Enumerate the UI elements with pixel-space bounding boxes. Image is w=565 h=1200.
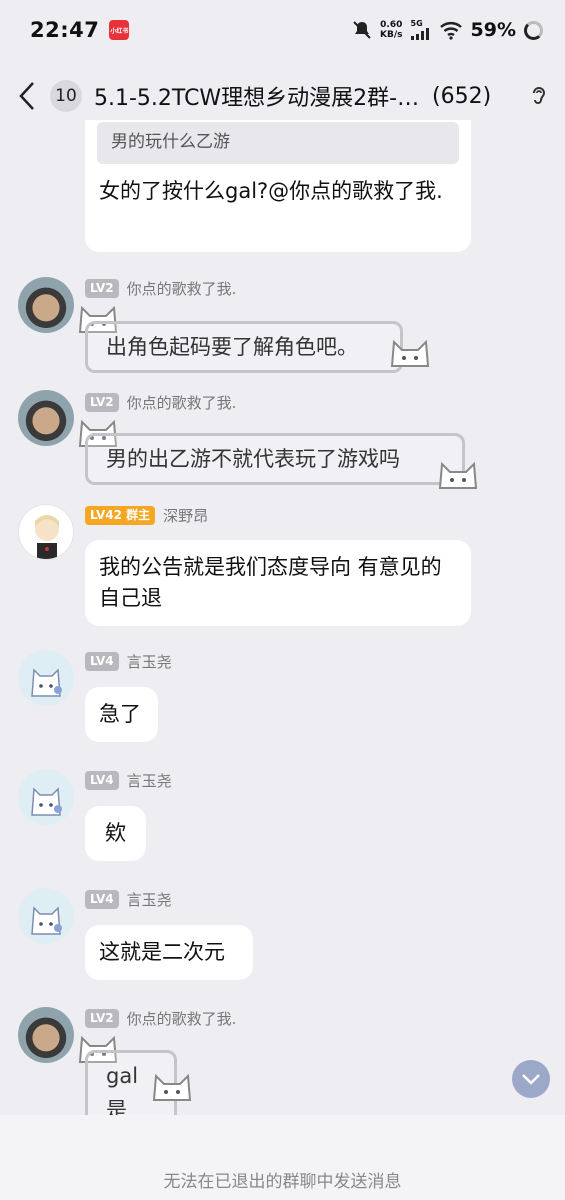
sender-line: LV2 你点的歌救了我. — [85, 278, 236, 299]
sender-name[interactable]: 你点的歌救了我. — [127, 392, 237, 413]
exited-group-notice: 无法在已退出的群聊中发送消息 — [163, 1172, 402, 1192]
chevron-down-icon — [522, 1074, 540, 1085]
level-badge: LV2 — [85, 393, 119, 412]
message-bubble[interactable]: 男的出乙游不就代表玩了游戏吗 — [85, 433, 465, 485]
network-speed: 0.60 KB/s — [380, 20, 402, 40]
cat-sticker-icon — [390, 339, 430, 367]
owner-level-badge: LV42 群主 — [85, 506, 156, 525]
cellular-signal: 5G — [410, 19, 431, 40]
message-text: 这就是二次元 — [99, 940, 225, 964]
sender-line: LV42 群主 深野昂 — [85, 505, 208, 526]
cat-sticker-icon — [152, 1073, 192, 1101]
input-disabled-footer: 无法在已退出的群聊中发送消息 — [0, 1115, 565, 1200]
message-list[interactable]: 女的了按什么gal?@你点的歌救了我. 男的玩什么乙游 LV2 你点的歌救了我.… — [0, 120, 565, 1115]
anime-avatar-icon — [35, 515, 59, 559]
wifi-icon — [439, 22, 462, 40]
chat-title[interactable]: 5.1-5.2TCW理想乡动漫展2群-倒计时 — [94, 80, 424, 112]
avatar[interactable] — [18, 1007, 74, 1063]
battery-ring-icon — [524, 20, 543, 40]
level-badge: LV4 — [85, 652, 119, 671]
level-badge: LV4 — [85, 771, 119, 790]
status-bar: 22:47 小红书 0.60 KB/s 5G 59% — [0, 0, 565, 60]
xiaohongshu-notification-icon: 小红书 — [109, 20, 130, 40]
message-text: gal是 — [106, 1064, 139, 1115]
mute-bell-icon — [353, 21, 371, 39]
member-count[interactable]: (652) — [432, 84, 491, 109]
message-text: 出角色起码要了解角色吧。 — [106, 335, 358, 359]
avatar[interactable] — [18, 277, 74, 333]
avatar[interactable] — [18, 390, 74, 446]
net-speed-value: 0.60 — [380, 20, 403, 30]
quoted-message[interactable]: 男的玩什么乙游 — [97, 122, 459, 164]
net-speed-unit: KB/s — [380, 30, 403, 40]
signal-type: 5G — [410, 19, 423, 28]
message-text: 欸 — [105, 821, 126, 845]
sender-line: LV2 你点的歌救了我. — [85, 1008, 236, 1029]
sender-name[interactable]: 深野昂 — [163, 505, 208, 526]
sender-name[interactable]: 你点的歌救了我. — [127, 1008, 237, 1029]
message-bubble[interactable]: 出角色起码要了解角色吧。 — [85, 321, 403, 373]
sender-line: LV4 言玉尧 — [85, 651, 172, 672]
avatar[interactable] — [18, 650, 74, 706]
message-text: 急了 — [99, 702, 141, 726]
quoted-text: 男的玩什么乙游 — [111, 132, 230, 152]
status-icons: 0.60 KB/s 5G 59% — [352, 19, 543, 41]
cat-sticker-icon — [438, 461, 478, 489]
message-text: 我的公告就是我们态度导向 有意见的自己退 — [99, 555, 442, 610]
sender-name[interactable]: 言玉尧 — [127, 770, 172, 791]
chat-header: 10 5.1-5.2TCW理想乡动漫展2群-倒计时 (652) — [0, 72, 565, 120]
message-bubble[interactable]: 急了 — [85, 687, 158, 742]
message-text: 男的出乙游不就代表玩了游戏吗 — [106, 447, 400, 471]
scroll-to-bottom-button[interactable] — [512, 1060, 550, 1098]
avatar[interactable] — [18, 504, 74, 560]
unread-count-badge[interactable]: 10 — [50, 80, 82, 112]
cat-avatar-icon — [31, 668, 62, 697]
level-badge: LV2 — [85, 279, 119, 298]
sender-name[interactable]: 你点的歌救了我. — [127, 278, 237, 299]
message-bubble[interactable]: 我的公告就是我们态度导向 有意见的自己退 — [85, 540, 471, 626]
avatar[interactable] — [18, 888, 74, 944]
ear-icon[interactable] — [529, 84, 549, 108]
level-badge: LV4 — [85, 890, 119, 909]
sender-line: LV4 言玉尧 — [85, 770, 172, 791]
battery-percent: 59% — [470, 19, 516, 41]
level-badge: LV2 — [85, 1009, 119, 1028]
message-bubble[interactable]: 欸 — [85, 806, 146, 861]
sender-name[interactable]: 言玉尧 — [127, 651, 172, 672]
sender-line: LV4 言玉尧 — [85, 889, 172, 910]
cat-avatar-icon — [31, 906, 62, 935]
signal-bars-icon — [410, 28, 429, 40]
cat-avatar-icon — [31, 787, 62, 816]
message-text: 女的了按什么gal?@你点的歌救了我. — [99, 179, 443, 203]
sender-name[interactable]: 言玉尧 — [127, 889, 172, 910]
message-bubble[interactable]: 这就是二次元 — [85, 925, 253, 980]
avatar[interactable] — [18, 769, 74, 825]
status-time: 22:47 — [30, 18, 100, 42]
back-arrow-icon[interactable] — [18, 80, 42, 112]
sender-line: LV2 你点的歌救了我. — [85, 392, 236, 413]
